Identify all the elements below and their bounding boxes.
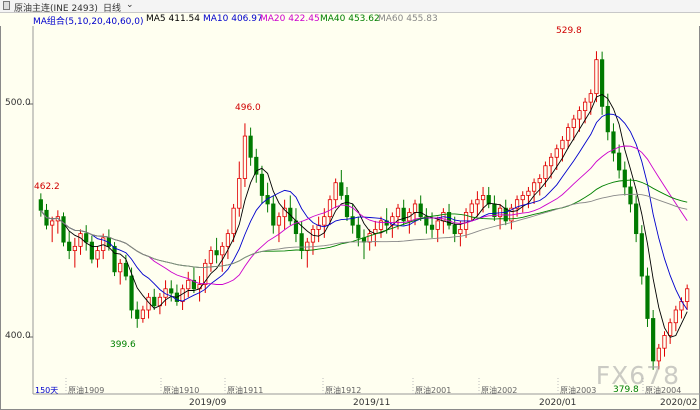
candle [242, 123, 248, 187]
candle [237, 161, 242, 217]
candle [611, 123, 616, 162]
candle [622, 161, 627, 196]
candle [639, 225, 644, 285]
candle [486, 186, 491, 209]
candle [305, 237, 310, 268]
candle [361, 229, 367, 260]
candle [617, 144, 622, 179]
candle [378, 216, 384, 238]
candle [225, 229, 231, 260]
date-label-2019-11: 2019/11 [353, 398, 391, 408]
candle [288, 195, 293, 226]
date-label-2020-01: 2020/01 [539, 398, 577, 408]
candle [61, 212, 66, 247]
candle [645, 267, 650, 327]
volume-unit-label: 150天 [35, 386, 59, 395]
candle [135, 301, 140, 328]
candle [174, 284, 180, 306]
candle [191, 267, 197, 294]
candle [401, 199, 406, 226]
candle [180, 284, 185, 310]
ma-line [40, 113, 688, 310]
candle [594, 51, 599, 103]
candle [344, 186, 350, 221]
candle [208, 246, 214, 272]
price-label-400: 400.0 [5, 331, 31, 341]
candle [214, 237, 219, 264]
contract-label-1910: 原油1910 [163, 386, 200, 395]
candle [424, 208, 429, 234]
contract-label-2003: 原油2003 [560, 386, 597, 395]
contract-label-1911: 原油1911 [227, 386, 264, 395]
candle [78, 229, 83, 255]
candle [475, 191, 480, 217]
candle [254, 148, 259, 183]
candle [668, 318, 673, 344]
candle [531, 178, 537, 204]
candle [469, 199, 474, 221]
contract-label-2002: 原油2002 [481, 386, 518, 395]
date-label-2020-02: 2020/02 [660, 398, 698, 408]
candle [259, 165, 265, 204]
candle [634, 195, 639, 243]
candle [282, 199, 287, 230]
date-label-2019-09: 2019/09 [189, 398, 227, 408]
candle [101, 233, 106, 260]
price-label-500: 500.0 [5, 98, 31, 108]
contract-label-2001: 原油2001 [415, 386, 452, 395]
contract-label-1912: 原油1912 [325, 386, 362, 395]
candle [509, 203, 514, 230]
candle [662, 331, 667, 357]
candle [84, 225, 89, 251]
candle [537, 174, 542, 196]
high-annotation: 529.8 [556, 26, 582, 36]
candle [566, 123, 571, 149]
candle [673, 305, 678, 332]
candlestick-chart[interactable] [0, 0, 700, 410]
watermark-logo: FX678 [595, 361, 680, 390]
candle [367, 229, 372, 251]
candle [628, 178, 633, 213]
candle [118, 259, 123, 285]
candle [316, 216, 321, 243]
left-high-annotation: 462.2 [34, 182, 60, 192]
candle [685, 284, 690, 310]
candle [38, 193, 43, 217]
candle [600, 51, 605, 115]
candle [265, 182, 270, 213]
ma-line [40, 93, 688, 338]
candle [50, 216, 55, 243]
candle [157, 293, 162, 315]
candle [248, 127, 253, 166]
candle [293, 208, 299, 243]
contract-label-1909: 原油1909 [68, 386, 105, 395]
candle [146, 293, 151, 319]
candle [95, 246, 100, 268]
candle [492, 195, 497, 221]
candle [271, 195, 276, 234]
candle [186, 271, 191, 298]
candle [55, 210, 60, 234]
candle [333, 178, 338, 209]
candle [276, 212, 282, 243]
low-annotation: 399.6 [110, 340, 136, 350]
ma-line [40, 145, 688, 285]
candle [140, 305, 145, 323]
candle [169, 280, 174, 302]
candle [526, 186, 531, 209]
candle [446, 203, 452, 230]
candle [339, 170, 344, 200]
candle [72, 237, 77, 268]
candle [418, 195, 423, 221]
candle [520, 191, 525, 213]
high-annotation-2: 496.0 [235, 103, 261, 113]
candle [89, 235, 94, 264]
candles [38, 51, 690, 370]
candle [129, 267, 134, 319]
moving-average-lines [40, 93, 688, 338]
candle [67, 231, 72, 260]
